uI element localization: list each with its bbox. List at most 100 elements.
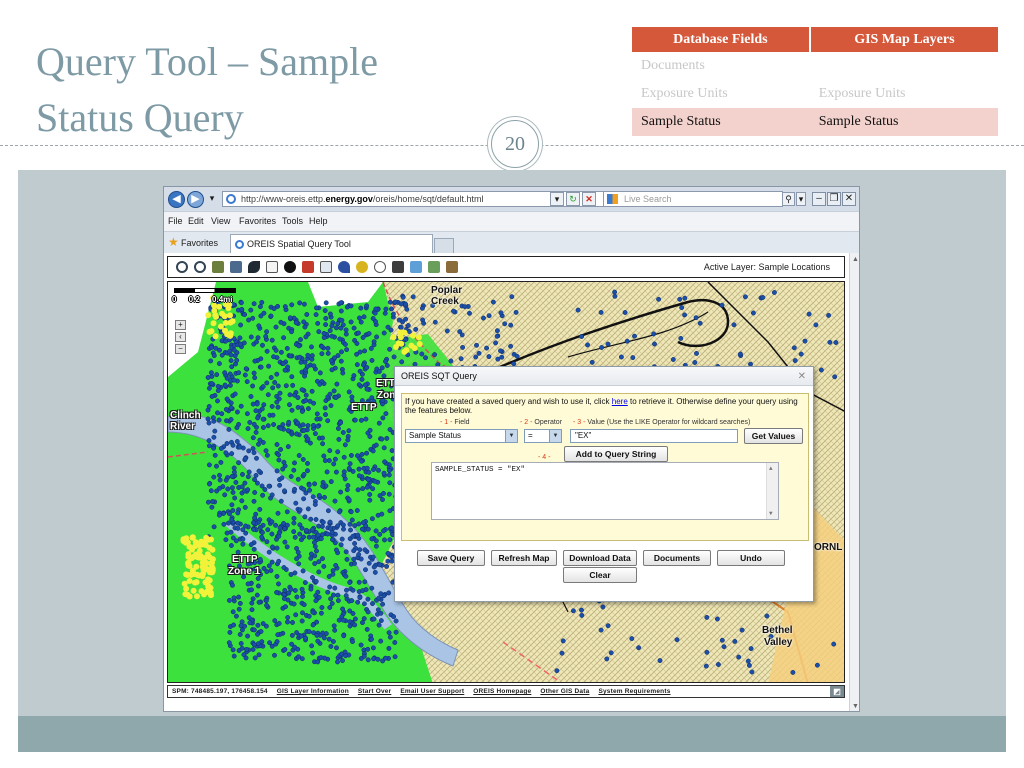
sample-point [338,489,344,495]
link-email-user-support[interactable]: Email User Support [400,688,464,695]
pan-icon[interactable] [266,261,278,273]
sample-point [245,426,251,432]
value-input[interactable]: "EX" [570,429,738,443]
sample-point [629,636,635,642]
zoom-full-icon[interactable] [212,261,224,273]
sample-point [361,601,367,607]
link-oreis-homepage[interactable]: OREIS Homepage [473,688,531,695]
link-start-over[interactable]: Start Over [358,688,391,695]
layers-icon[interactable] [410,261,422,273]
history-dropdown-icon[interactable]: ▾ [205,192,219,206]
get-values-button[interactable]: Get Values [744,428,803,444]
new-tab-button[interactable] [434,238,454,254]
textarea-scrollbar[interactable]: ▲ ▼ [766,463,778,519]
close-icon[interactable]: ✕ [842,192,856,206]
operator-select[interactable]: = ▼ [524,429,562,443]
measure-icon[interactable] [338,261,350,273]
selected-sample-point [209,556,216,563]
forward-arrow-icon[interactable]: ▶ [187,191,204,208]
sample-point [312,431,318,437]
menu-edit[interactable]: Edit [188,216,204,226]
zoom-out-icon[interactable] [194,261,206,273]
sample-point [301,301,307,307]
tab-oreis-spatial-query-tool[interactable]: OREIS Spatial Query Tool [230,234,433,254]
zoom-south-control[interactable]: − [175,344,186,354]
url-dropdown-icon[interactable]: ▾ [550,192,564,206]
print-icon[interactable] [392,261,404,273]
dialog-titlebar[interactable]: OREIS SQT Query ✕ [395,367,813,386]
sample-point [223,537,229,543]
search-options-icon[interactable]: ▾ [796,192,806,206]
stop-icon[interactable]: ✕ [582,192,596,206]
clear-selection-icon[interactable] [374,261,386,273]
legend-icon[interactable] [428,261,440,273]
zoom-north-control[interactable]: + [175,320,186,330]
zoom-layer-icon[interactable] [230,261,242,273]
sample-point [251,370,257,376]
sample-point [256,468,262,474]
zoom-west-control[interactable]: ‹ [175,332,186,342]
page-scrollbar[interactable]: ▲ ▼ [849,253,859,711]
back-extent-icon[interactable] [248,261,260,273]
link-other-gis-data[interactable]: Other GIS Data [540,688,589,695]
link-gis-layer-information[interactable]: GIS Layer Information [277,688,349,695]
sample-point [213,345,219,351]
sample-point [367,492,373,497]
dialog-close-icon[interactable]: ✕ [798,367,806,386]
sample-point [364,386,370,392]
sample-point [253,472,259,478]
saved-query-here-link[interactable]: here [612,397,628,406]
select-box-icon[interactable] [320,261,332,273]
scroll-down-arrow-icon[interactable]: ▼ [851,702,859,711]
undo-button[interactable]: Undo [717,550,785,566]
menu-tools[interactable]: Tools [282,216,303,226]
sample-point [263,448,269,454]
chevron-down-icon[interactable]: ▼ [505,430,517,442]
minimize-icon[interactable]: – [812,192,826,206]
scroll-up-arrow-icon[interactable]: ▲ [851,255,859,264]
esri-logo-icon: ◩ [830,686,844,697]
refresh-map-button[interactable]: Refresh Map [491,550,557,566]
menu-help[interactable]: Help [309,216,328,226]
favorites-star-icon[interactable]: ★ [168,235,179,249]
sample-point [263,623,269,629]
field-select[interactable]: Sample Status ▼ [405,429,518,443]
favorites-label[interactable]: Favorites [181,238,218,248]
download-data-button[interactable]: Download Data [563,550,637,566]
live-search-input[interactable]: Live Search [603,191,783,207]
add-to-query-string-button[interactable]: Add to Query String [564,446,668,462]
sample-point [337,509,342,515]
address-bar[interactable]: http://www-oreis.ettp.energy.gov/oreis/h… [222,191,604,207]
back-arrow-icon[interactable]: ◀ [168,191,185,208]
query-string-textarea[interactable]: SAMPLE_STATUS = "EX" ▲ ▼ [431,462,779,520]
scroll-up-arrow-icon[interactable]: ▲ [769,465,773,472]
search-go-icon[interactable]: ⚲ [782,192,795,206]
sample-point [493,340,499,346]
sample-point [327,584,333,590]
sample-point [346,497,352,502]
menu-view[interactable]: View [211,216,230,226]
sample-point [257,304,263,310]
sample-point [310,534,316,540]
sample-point [281,596,287,602]
documents-button[interactable]: Documents [643,550,711,566]
selected-sample-point [212,333,219,340]
menu-file[interactable]: File [168,216,183,226]
menu-favorites[interactable]: Favorites [239,216,276,226]
sample-point [245,474,251,480]
scroll-down-arrow-icon[interactable]: ▼ [769,510,773,517]
zoom-in-icon[interactable] [176,261,188,273]
sample-point [321,335,327,341]
select-icon[interactable] [302,261,314,273]
help-book-icon[interactable] [446,261,458,273]
chevron-down-icon[interactable]: ▼ [549,430,561,442]
link-system-requirements[interactable]: System Requirements [598,688,670,695]
sample-point [315,659,321,665]
identify-icon[interactable] [284,261,296,273]
refresh-icon[interactable]: ↻ [566,192,580,206]
buffer-icon[interactable] [356,261,368,273]
restore-icon[interactable]: ❐ [827,192,841,206]
save-query-button[interactable]: Save Query [417,550,485,566]
clear-button[interactable]: Clear [563,567,637,583]
sample-point [286,419,292,425]
